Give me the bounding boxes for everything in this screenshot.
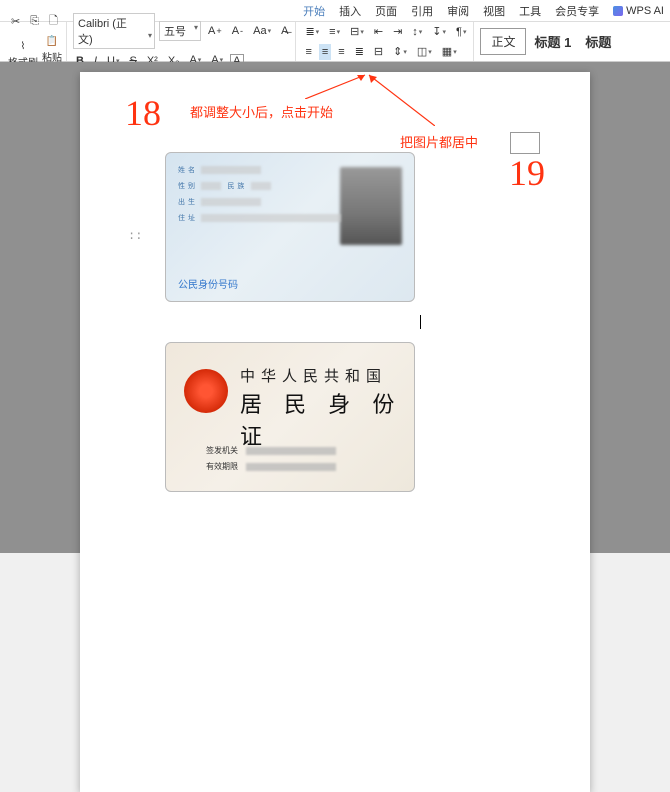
id-birth-label: 出 生 (178, 197, 195, 207)
wpsai-icon (613, 6, 623, 16)
align-distribute-icon[interactable]: ⊟ (371, 43, 386, 60)
shrink-font-icon[interactable]: A- (229, 23, 246, 39)
id-photo (340, 167, 402, 245)
numbering-icon[interactable]: ≡▾ (326, 24, 343, 40)
blurred-value (201, 198, 261, 206)
id-valid-label: 有效期限 (206, 461, 238, 472)
multilevel-icon[interactable]: ⊟▾ (347, 23, 367, 40)
line-spacing-icon[interactable]: ⇕▾ (390, 43, 410, 60)
text-cursor (420, 315, 421, 329)
align-center-icon[interactable]: ≡ (319, 44, 331, 60)
menu-start[interactable]: 开始 (303, 3, 325, 19)
copy-icon[interactable]: ⎘ (27, 13, 42, 30)
id-name-label: 姓 名 (178, 165, 195, 175)
borders-icon[interactable]: ▦▾ (439, 43, 460, 60)
text-direction-icon[interactable]: ↕▾ (409, 24, 425, 40)
bullets-icon[interactable]: ≣▾ (302, 23, 322, 40)
annotation-text-2: 把图片都居中 (400, 132, 478, 151)
blurred-value (201, 182, 221, 190)
page[interactable]: 18 都调整大小后，点击开始 把图片都居中 19 :: 姓 名 性 别 民 族 出… (80, 72, 590, 792)
annotation-step-19: 19 (509, 152, 545, 194)
menu-review[interactable]: 审阅 (447, 3, 469, 19)
document-canvas: 18 都调整大小后，点击开始 把图片都居中 19 :: 姓 名 性 别 民 族 出… (0, 62, 670, 553)
brush-icon: ⌇ (21, 41, 26, 52)
annotation-step-18: 18 (125, 92, 161, 134)
shading-icon[interactable]: ◫▾ (414, 43, 435, 60)
paragraph-group: ≣▾ ≡▾ ⊟▾ ⇤ ⇥ ↕▾ ↧▾ ¶▾ ≡ ≡ ≡ ≣ ⊟ ⇕▾ ◫▾ ▦▾ (298, 22, 474, 61)
menu-reference[interactable]: 引用 (411, 3, 433, 19)
decrease-indent-icon[interactable]: ⇤ (371, 23, 386, 40)
styles-group: 正文 标题 1 标题 (476, 22, 621, 61)
id-card-back-image[interactable]: 中华人民共和国 居 民 身 份 证 签发机关 有效期限 (165, 342, 415, 492)
new-icon[interactable]: 🗋 (46, 10, 61, 33)
annotation-text-1: 都调整大小后，点击开始 (190, 102, 333, 121)
id-nation-label: 民 族 (227, 181, 244, 191)
style-body[interactable]: 正文 (480, 28, 526, 55)
blurred-value (246, 447, 336, 455)
menu-vip[interactable]: 会员专享 (555, 3, 599, 19)
align-right-icon[interactable]: ≡ (335, 44, 347, 60)
change-case-icon[interactable]: Aa▾ (250, 23, 274, 39)
menu-view[interactable]: 视图 (483, 3, 505, 19)
id-issuer-label: 签发机关 (206, 445, 238, 456)
font-group: Calibri (正文) 五号 A+ A- Aa▾ A̶ B I U▾ S X²… (69, 22, 296, 61)
id-number-label: 公民身份号码 (178, 276, 238, 291)
sort-icon[interactable]: ↧▾ (429, 23, 449, 40)
blurred-value (201, 166, 261, 174)
style-heading-more[interactable]: 标题 (579, 32, 617, 51)
align-left-icon[interactable]: ≡ (302, 44, 314, 60)
increase-indent-icon[interactable]: ⇥ (390, 23, 405, 40)
grow-font-icon[interactable]: A+ (205, 23, 225, 39)
cut-icon[interactable]: ✂ (8, 13, 23, 30)
selection-handle (510, 132, 540, 154)
ribbon-toolbar: ✂ ⎘ 🗋 ⌇格式刷 📋粘贴▾ Calibri (正文) 五号 A+ A- Aa… (0, 22, 670, 62)
paste-icon: 📋 (46, 36, 58, 47)
show-marks-icon[interactable]: ¶▾ (453, 24, 469, 40)
blurred-value (246, 463, 336, 471)
clear-format-icon[interactable]: A̶ (278, 23, 291, 39)
id-addr-label: 住 址 (178, 213, 195, 223)
wpsai-button[interactable]: WPS AI (613, 5, 664, 17)
style-heading1[interactable]: 标题 1 (528, 32, 577, 51)
menu-insert[interactable]: 插入 (339, 3, 361, 19)
annotation-arrow-2 (365, 71, 435, 126)
id-card-front-image[interactable]: 姓 名 性 别 民 族 出 生 住 址 公民身份号码 (165, 152, 415, 302)
clipboard-group: ✂ ⎘ 🗋 ⌇格式刷 📋粘贴▾ (4, 22, 67, 61)
blurred-value (201, 214, 341, 222)
font-name-select[interactable]: Calibri (正文) (73, 13, 155, 49)
id-back-title-line1: 中华人民共和国 (240, 365, 387, 386)
id-back-title-line2: 居 民 身 份 证 (240, 387, 414, 451)
blurred-value (251, 182, 271, 190)
font-size-select[interactable]: 五号 (159, 21, 201, 41)
menu-tools[interactable]: 工具 (519, 3, 541, 19)
image-anchor-icon: :: (128, 229, 142, 243)
align-justify-icon[interactable]: ≣ (352, 43, 367, 60)
national-emblem-icon (184, 369, 228, 413)
menu-page[interactable]: 页面 (375, 3, 397, 19)
id-sex-label: 性 别 (178, 181, 195, 191)
